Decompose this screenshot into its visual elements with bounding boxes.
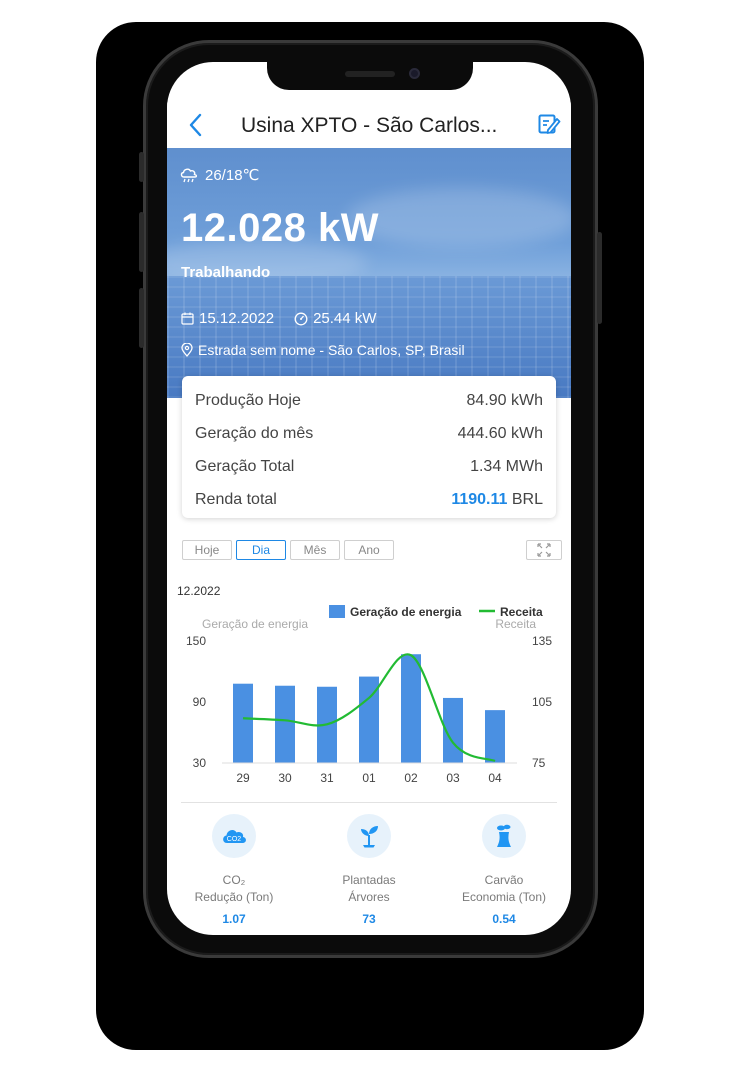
bar-series — [233, 654, 505, 763]
eco-coal-savings: Carvão Economia (Ton) 0.54 — [439, 814, 569, 926]
sprout-icon — [361, 826, 378, 848]
y-tick-left: 90 — [193, 695, 207, 709]
stat-value: 84.90 kWh — [466, 391, 543, 409]
tab-mes[interactable]: Mês — [290, 540, 340, 560]
installed-capacity-value: 25.44 kW — [313, 310, 377, 327]
tab-dia[interactable]: Dia — [236, 540, 286, 560]
eco-label-line1: Plantadas — [342, 873, 396, 887]
weather-info: 26/18℃ — [179, 166, 259, 184]
eco-label-line2: Economia (Ton) — [461, 890, 547, 904]
bar-29 — [233, 683, 253, 763]
eco-label-line2: Redução (Ton) — [194, 890, 274, 904]
co2-cloud-icon: CO2 — [223, 830, 246, 843]
plant-address: Estrada sem nome - São Carlos, SP, Brasi… — [181, 342, 465, 358]
stat-label: Geração do mês — [195, 424, 314, 442]
fullscreen-button[interactable] — [526, 540, 562, 560]
y-tick-left: 30 — [193, 756, 207, 770]
y-tick-right: 105 — [532, 695, 552, 709]
top-navigation-bar: Usina XPTO - São Carlos... — [167, 102, 571, 148]
x-tick-label: 31 — [320, 771, 334, 785]
chart-canvas: Geração de energia Receita Geração de en… — [186, 605, 552, 785]
eco-label: CO₂ Redução (Ton) — [169, 872, 299, 906]
y-tick-left: 150 — [186, 634, 206, 648]
temperature-range: 26/18℃ — [205, 167, 260, 184]
bar-30 — [275, 685, 295, 763]
edit-icon[interactable] — [537, 112, 561, 136]
stat-value: 1.34 MWh — [470, 457, 543, 475]
icon-circle — [482, 814, 526, 858]
x-tick-label: 30 — [278, 771, 292, 785]
install-date-value: 15.12.2022 — [199, 310, 275, 327]
install-date: 15.12.2022 — [181, 310, 274, 327]
stat-label: Geração Total — [195, 457, 295, 475]
gauge-icon — [294, 312, 308, 325]
power-plant-icon — [497, 824, 511, 847]
icon-circle — [347, 814, 391, 858]
x-tick-label: 02 — [404, 771, 418, 785]
tab-hoje[interactable]: Hoje — [182, 540, 232, 560]
expand-icon — [537, 543, 551, 557]
tab-ano[interactable]: Ano — [344, 540, 394, 560]
bar-02 — [401, 654, 421, 763]
speaker-grille — [345, 71, 395, 77]
rain-cloud-icon — [180, 168, 198, 183]
y-tick-right: 135 — [532, 634, 552, 648]
x-tick-label: 03 — [446, 771, 460, 785]
stat-row-month-generation: Geração do mês 444.60 kWh — [195, 417, 543, 450]
side-button-volume-up — [139, 212, 144, 272]
installed-capacity: 25.44 kW — [294, 310, 376, 327]
stat-value: 444.60 kWh — [457, 424, 543, 442]
stat-row-total-generation: Geração Total 1.34 MWh — [195, 450, 543, 483]
plant-hero-banner: 26/18℃ 12.028 kW Trabalhando 15.12.2022 — [167, 148, 571, 398]
x-tick-label: 04 — [488, 771, 502, 785]
eco-value: 1.07 — [222, 912, 246, 926]
legend-label-generation: Geração de energia — [350, 605, 462, 619]
phone-screen: Usina XPTO - São Carlos... 26/18℃ 12.028… — [167, 62, 571, 935]
eco-trees-planted: Plantadas Árvores 73 — [304, 814, 434, 926]
plant-status: Trabalhando — [181, 264, 271, 281]
page-title: Usina XPTO - São Carlos... — [241, 114, 498, 137]
eco-label-line1: CO₂ — [222, 873, 246, 887]
plant-meta: 15.12.2022 25.44 kW — [181, 310, 396, 327]
section-divider — [181, 802, 557, 803]
x-tick-label: 01 — [362, 771, 376, 785]
side-button-silent — [139, 152, 144, 182]
generation-chart: 12.2022 Geração de energia Receita Geraç… — [167, 577, 571, 792]
back-chevron-icon[interactable] — [185, 112, 207, 138]
stat-row-production-today: Produção Hoje 84.90 kWh — [195, 384, 543, 417]
y-tick-right: 75 — [532, 756, 546, 770]
stat-label: Renda total — [195, 490, 277, 508]
stat-label: Produção Hoje — [195, 391, 301, 409]
current-power: 12.028 kW — [181, 206, 379, 250]
side-button-power — [597, 232, 602, 324]
icon-circle: CO2 — [212, 814, 256, 858]
income-currency: BRL — [511, 490, 543, 508]
calendar-icon — [181, 312, 194, 325]
x-ticks: 29 30 31 01 02 03 04 — [236, 771, 502, 785]
x-tick-label: 29 — [236, 771, 250, 785]
y-axis-right-label: Receita — [495, 617, 536, 631]
eco-label: Plantadas Árvores — [304, 872, 434, 906]
location-pin-icon — [181, 343, 193, 357]
production-stats-card: Produção Hoje 84.90 kWh Geração do mês 4… — [182, 376, 556, 518]
eco-value: 0.54 — [492, 912, 516, 926]
eco-value: 73 — [362, 912, 376, 926]
y-axis-left-label: Geração de energia — [202, 617, 308, 631]
sky-cloud — [347, 188, 571, 248]
plant-address-text: Estrada sem nome - São Carlos, SP, Brasi… — [198, 342, 465, 358]
side-button-volume-down — [139, 288, 144, 348]
notch — [267, 62, 473, 90]
income-value: 1190.11 BRL — [451, 491, 543, 509]
eco-label: Carvão Economia (Ton) — [439, 872, 569, 906]
svg-text:CO2: CO2 — [227, 836, 242, 843]
stat-row-total-income: Renda total 1190.11 BRL — [195, 483, 543, 516]
eco-label-line2: Árvores — [348, 890, 390, 904]
income-amount: 1190.11 — [451, 490, 508, 508]
eco-co2-reduction: CO2 CO₂ Redução (Ton) 1.07 — [169, 814, 299, 926]
bar-04 — [485, 710, 505, 763]
eco-label-line1: Carvão — [484, 873, 524, 887]
camera-icon — [409, 68, 420, 79]
legend-swatch-generation — [329, 605, 345, 618]
period-tabs: Hoje Dia Mês Ano — [182, 540, 394, 560]
